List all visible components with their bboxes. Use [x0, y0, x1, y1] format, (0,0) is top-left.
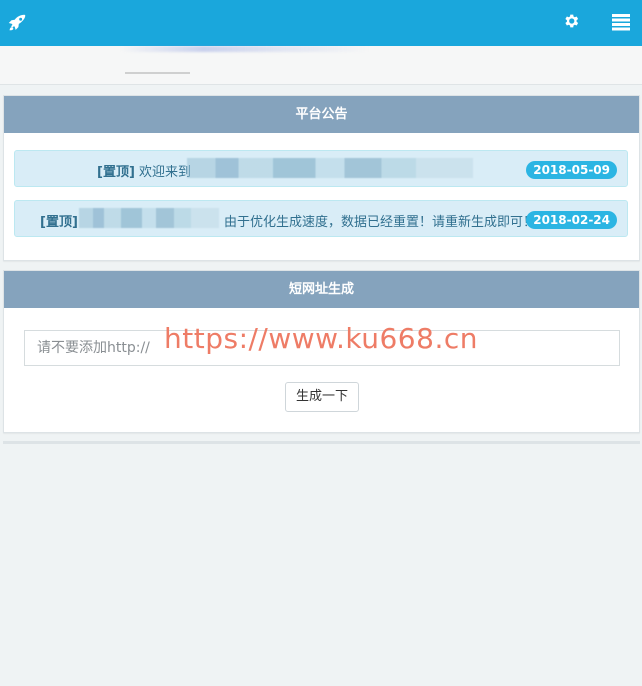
announcement-panel: 平台公告 [置顶] 欢迎来到 2018-05-09 [置顶] 由于优化生成速度，…: [3, 95, 640, 261]
announcement-content: 由于优化生成速度，数据已经重置！请重新生成即可！: [224, 215, 537, 230]
gear-icon[interactable]: [562, 12, 580, 30]
announcement-panel-title: 平台公告: [4, 96, 639, 133]
top-navbar: [0, 0, 642, 46]
blurred-nav-underline: [125, 72, 190, 74]
blurred-nav-region: [120, 46, 370, 52]
announcement-content: 欢迎来到: [139, 165, 192, 180]
announcement-item[interactable]: [置顶] 欢迎来到 2018-05-09: [14, 150, 628, 187]
redacted-text-mosaic: [187, 158, 473, 178]
announcement-item[interactable]: [置顶] 由于优化生成速度，数据已经重置！请重新生成即可！ 2018-02-24: [14, 200, 628, 237]
rocket-icon[interactable]: [6, 12, 28, 34]
date-badge: 2018-05-09: [526, 161, 617, 179]
shortener-panel-title: 短网址生成: [4, 271, 639, 308]
watermark-text: https://www.ku668.cn: [164, 322, 478, 355]
panel-bottom-divider: [3, 441, 640, 444]
list-menu-icon[interactable]: [612, 13, 630, 31]
pinned-tag: [置顶]: [97, 165, 135, 180]
date-badge: 2018-02-24: [526, 211, 617, 229]
announcement-text: [置顶] 欢迎来到: [97, 161, 191, 180]
redacted-text-mosaic: [79, 208, 219, 228]
pinned-tag: [置顶]: [40, 215, 78, 230]
generate-button[interactable]: 生成一下: [285, 382, 359, 412]
